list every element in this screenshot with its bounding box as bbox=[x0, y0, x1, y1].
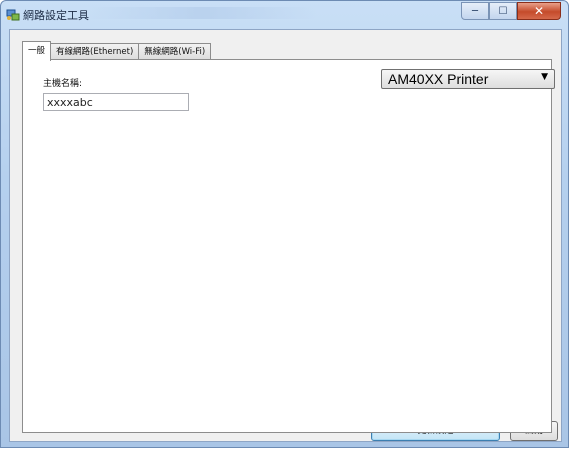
minimize-icon: ─ bbox=[471, 5, 479, 17]
close-icon: ✕ bbox=[533, 4, 545, 18]
minimize-button[interactable]: ─ bbox=[461, 2, 489, 20]
window-title: 網路設定工具 bbox=[23, 10, 89, 22]
client-area: 一般 有線網路(Ethernet) 無線網路(Wi-Fi) 主機名稱: AM40… bbox=[9, 29, 562, 442]
chevron-down-icon: ▼ bbox=[541, 72, 548, 82]
tab-general[interactable]: 一般 bbox=[22, 41, 52, 61]
tab-ethernet[interactable]: 有線網路(Ethernet) bbox=[50, 43, 140, 60]
maximize-button[interactable]: ☐ bbox=[489, 2, 517, 20]
printer-select[interactable]: AM40XX Printer ▼ bbox=[381, 69, 555, 89]
host-name-label: 主機名稱: bbox=[43, 79, 83, 89]
printer-select-value: AM40XX Printer bbox=[388, 71, 489, 87]
window-controls: ─ ☐ ✕ bbox=[461, 2, 561, 20]
close-window-button[interactable]: ✕ bbox=[517, 2, 561, 20]
host-name-input[interactable] bbox=[43, 93, 189, 111]
title-bar[interactable]: 網路設定工具 ─ ☐ ✕ bbox=[1, 1, 568, 29]
general-tab-panel: 主機名稱: AM40XX Printer ▼ bbox=[22, 59, 555, 433]
maximize-icon: ☐ bbox=[498, 5, 508, 17]
tab-strip: 一般 有線網路(Ethernet) 無線網路(Wi-Fi) bbox=[22, 41, 212, 61]
app-window: 網路設定工具 ─ ☐ ✕ 一般 有線網路(Ethernet) 無線網路(Wi-F… bbox=[0, 0, 569, 448]
title-bar-blur bbox=[87, 7, 317, 19]
tab-wifi[interactable]: 無線網路(Wi-Fi) bbox=[138, 43, 212, 60]
network-tool-icon bbox=[6, 9, 20, 21]
